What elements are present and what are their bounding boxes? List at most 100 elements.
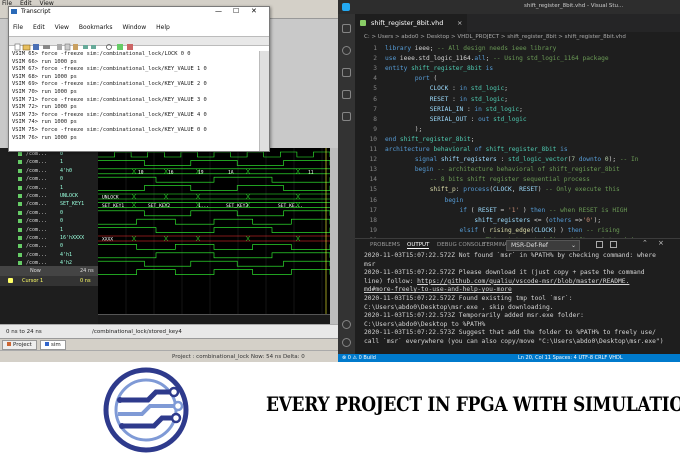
signal-row[interactable]: /com... 4'h0 xyxy=(0,167,98,175)
signal-row[interactable]: /com... 1 xyxy=(0,226,98,234)
signal-value: SET_KEY1 xyxy=(60,201,85,208)
tr-menu-file[interactable]: File xyxy=(13,24,23,31)
new-file-icon xyxy=(14,43,21,51)
close-panel-icon[interactable]: × xyxy=(658,239,664,247)
run-debug-icon[interactable] xyxy=(342,90,351,99)
line-number: 9 xyxy=(373,125,377,133)
signal-icon xyxy=(18,210,22,215)
transcript-titlebar[interactable]: Transcript — ☐ ✕ xyxy=(9,7,269,16)
undo-icon xyxy=(83,45,88,49)
code-token: std_logic_vector xyxy=(507,156,568,164)
tr-menu-edit[interactable]: Edit xyxy=(33,24,45,31)
code-token: signal xyxy=(414,156,438,164)
clear-output-icon[interactable] xyxy=(596,241,603,248)
tab-sim[interactable]: sim xyxy=(40,340,66,350)
code-line: 9 ); xyxy=(355,125,680,135)
tr-menu-bookmarks[interactable]: Bookmarks xyxy=(79,24,113,31)
code-token: then xyxy=(567,226,583,234)
wave-transition xyxy=(245,168,251,174)
output-line: 2020-11-03T15:07:22.573Z Temporarily add… xyxy=(364,312,584,320)
wave-value-label: 1A xyxy=(228,169,234,175)
wave-plot[interactable]: 10 16 19 1A 11 UNLOCK SET_KEY1 SET_KEY2 1... SET_… xyxy=(98,148,330,314)
code-token: ieee; xyxy=(411,45,438,52)
output-panel[interactable]: 2020-11-03T15:07:22.572Z Not found `msr`… xyxy=(355,252,680,354)
code-line: 10 end shift_register_8bit; xyxy=(355,135,680,145)
code-token: -- when RESET is HIGH xyxy=(549,206,628,214)
line-number: 14 xyxy=(369,176,377,184)
code-token: shift_register_8bit xyxy=(399,135,471,143)
transcript-line: VSIM 69> force -freeze sim:/combinationa… xyxy=(12,81,207,88)
code-token: ( xyxy=(429,75,438,83)
wave-trace xyxy=(98,218,330,225)
code-token: shift_registers xyxy=(474,216,531,224)
code-editor[interactable]: 1 library ieee; -- All design needs ieee … xyxy=(355,42,680,238)
tab-output[interactable]: OUTPUT xyxy=(407,242,430,249)
maximize-panel-icon[interactable]: ⌃ xyxy=(642,239,648,247)
signal-row[interactable]: /com... 0 xyxy=(0,242,98,250)
extensions-icon[interactable] xyxy=(342,112,351,121)
maximize-button[interactable]: ☐ xyxy=(233,7,239,16)
line-number: 8 xyxy=(373,115,377,123)
wave-scrollbar[interactable] xyxy=(330,148,338,324)
code-token: -- rising xyxy=(586,226,620,234)
tr-menu-help[interactable]: Help xyxy=(156,24,170,31)
transcript-scrollbar[interactable] xyxy=(259,51,269,151)
signal-icon xyxy=(18,177,22,182)
code-token: in xyxy=(459,95,467,103)
transcript-window: Transcript — ☐ ✕ File Edit View Bookmarks Wi… xyxy=(8,6,270,152)
tab-close-icon[interactable]: × xyxy=(457,14,462,32)
signal-row[interactable]: /com... 1 xyxy=(0,184,98,192)
search-icon[interactable] xyxy=(342,46,351,55)
output-channel-select[interactable]: MSR-Def-Ref ⌄ xyxy=(506,240,580,251)
tab-project[interactable]: Project xyxy=(2,340,37,350)
signal-icon xyxy=(18,244,22,249)
code-token: std_logic xyxy=(493,115,527,123)
signal-row[interactable]: /com... 1 xyxy=(0,158,98,166)
code-token: rising_edge xyxy=(489,226,531,234)
tab-problems[interactable]: PROBLEMS xyxy=(370,242,400,248)
wave-transition xyxy=(245,235,251,242)
account-icon[interactable] xyxy=(342,320,351,329)
transcript-line: VSIM 76> run 1000 ps xyxy=(12,134,77,141)
signal-name: /com... xyxy=(26,251,48,258)
signal-row[interactable]: /com... SET_KEY1 xyxy=(0,200,98,208)
time-range: 0 ns to 24 ns xyxy=(6,329,42,335)
signal-row[interactable]: /com... 0 xyxy=(0,217,98,225)
signal-icon xyxy=(18,168,22,173)
wave-trace xyxy=(98,185,330,191)
code-token: ) xyxy=(519,206,531,214)
transcript-output[interactable]: VSIM 65> force -freeze sim:/combinationa… xyxy=(9,51,259,151)
wave-trace xyxy=(98,260,330,267)
tr-menu-view[interactable]: View xyxy=(55,24,69,31)
close-button[interactable]: ✕ xyxy=(251,7,257,16)
signal-row[interactable]: /com... UNLOCK xyxy=(0,192,98,200)
status-problems[interactable]: ⊗ 0 ⚠ 0 Build xyxy=(342,355,376,361)
tab-shift-register[interactable]: shift_register_8bit.vhd × xyxy=(355,14,467,32)
lock-scroll-icon[interactable] xyxy=(610,241,617,248)
signal-row[interactable]: /com... 0 xyxy=(0,209,98,217)
signal-row[interactable]: /com... 0 xyxy=(0,175,98,183)
explorer-icon[interactable] xyxy=(342,24,351,33)
paste-icon xyxy=(73,44,78,50)
tr-menu-window[interactable]: Window xyxy=(122,24,146,31)
source-control-icon[interactable] xyxy=(342,68,351,77)
status-position[interactable]: Ln 20, Col 11 Spaces: 4 UTF-8 CRLF VHDL xyxy=(518,354,623,362)
code-token: std_logic xyxy=(470,85,505,93)
tab-debug-console[interactable]: DEBUG CONSOLE xyxy=(437,242,485,248)
code-token: CLOCK xyxy=(429,85,449,93)
signal-row[interactable]: /com... 4'h1 xyxy=(0,251,98,259)
signal-row[interactable]: /com... 16'hXXXX xyxy=(0,234,98,242)
readme-link[interactable]: https://github.com/qualiu/vscode-msr/blo… xyxy=(417,278,629,285)
minimize-button[interactable]: — xyxy=(215,7,222,16)
cursor-row[interactable]: Cursor 1 0 ns xyxy=(0,276,98,286)
activity-bar xyxy=(338,14,355,354)
wave-trace xyxy=(98,269,330,275)
signal-icon xyxy=(18,252,22,257)
code-token: library xyxy=(385,45,412,52)
signal-value: UNLOCK xyxy=(60,193,79,199)
breadcrumb[interactable]: C: > Users > abdo0 > Desktop > VHDL_PROJ… xyxy=(355,32,680,42)
wave-transition xyxy=(195,235,201,242)
settings-gear-icon[interactable] xyxy=(342,338,351,347)
